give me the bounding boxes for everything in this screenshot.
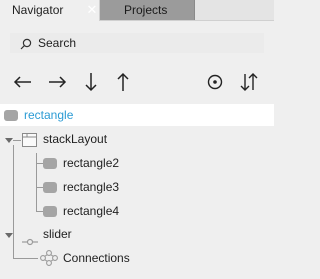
rectangle-icon [4,110,18,121]
tab-projects[interactable]: Projects [100,0,195,20]
tree-item-stacklayout[interactable]: stackLayout [0,128,274,150]
tab-bar: Navigator ✕ Projects [0,0,274,21]
rectangle-icon [43,206,57,217]
tab-navigator-label: Navigator [12,3,64,17]
tree-item-rectangle4[interactable]: rectangle4 [0,200,274,222]
tree-item-rectangle[interactable]: rectangle [0,104,274,126]
tree-item-slider[interactable]: slider [0,223,274,246]
expand-caret-icon[interactable] [5,233,13,238]
tree-item-label: rectangle [24,108,74,122]
visibility-icon[interactable] [204,71,226,93]
tree-item-rectangle3[interactable]: rectangle3 [0,176,274,198]
search-input[interactable] [38,33,258,53]
tree-item-label: slider [43,227,72,241]
tab-navigator[interactable]: Navigator [0,0,100,21]
connections-icon [40,250,58,273]
tree-item-label: rectangle4 [63,204,120,218]
tree-item-connections[interactable]: Connections [0,247,274,269]
tree-item-label: stackLayout [43,132,108,146]
layout-icon [22,132,37,154]
tree-item-label: Connections [63,251,130,265]
search-box[interactable] [10,33,264,53]
arrow-left-icon[interactable] [12,71,34,93]
expand-caret-icon[interactable] [5,138,13,143]
rectangle-icon [43,158,57,169]
tab-projects-label: Projects [124,3,168,17]
arrow-up-icon[interactable] [112,71,134,93]
tree-item-label: rectangle3 [63,180,120,194]
navigator-panel: Navigator ✕ Projects Search rectangle st… [0,0,274,279]
tree-item-rectangle2[interactable]: rectangle2 [0,152,274,174]
sort-icon[interactable] [238,71,260,93]
search-icon [20,37,32,50]
tree-item-label: rectangle2 [63,156,120,170]
close-icon[interactable]: ✕ [86,1,98,19]
arrow-down-icon[interactable] [80,71,102,93]
arrow-right-icon[interactable] [46,71,68,93]
rectangle-icon [43,182,57,193]
